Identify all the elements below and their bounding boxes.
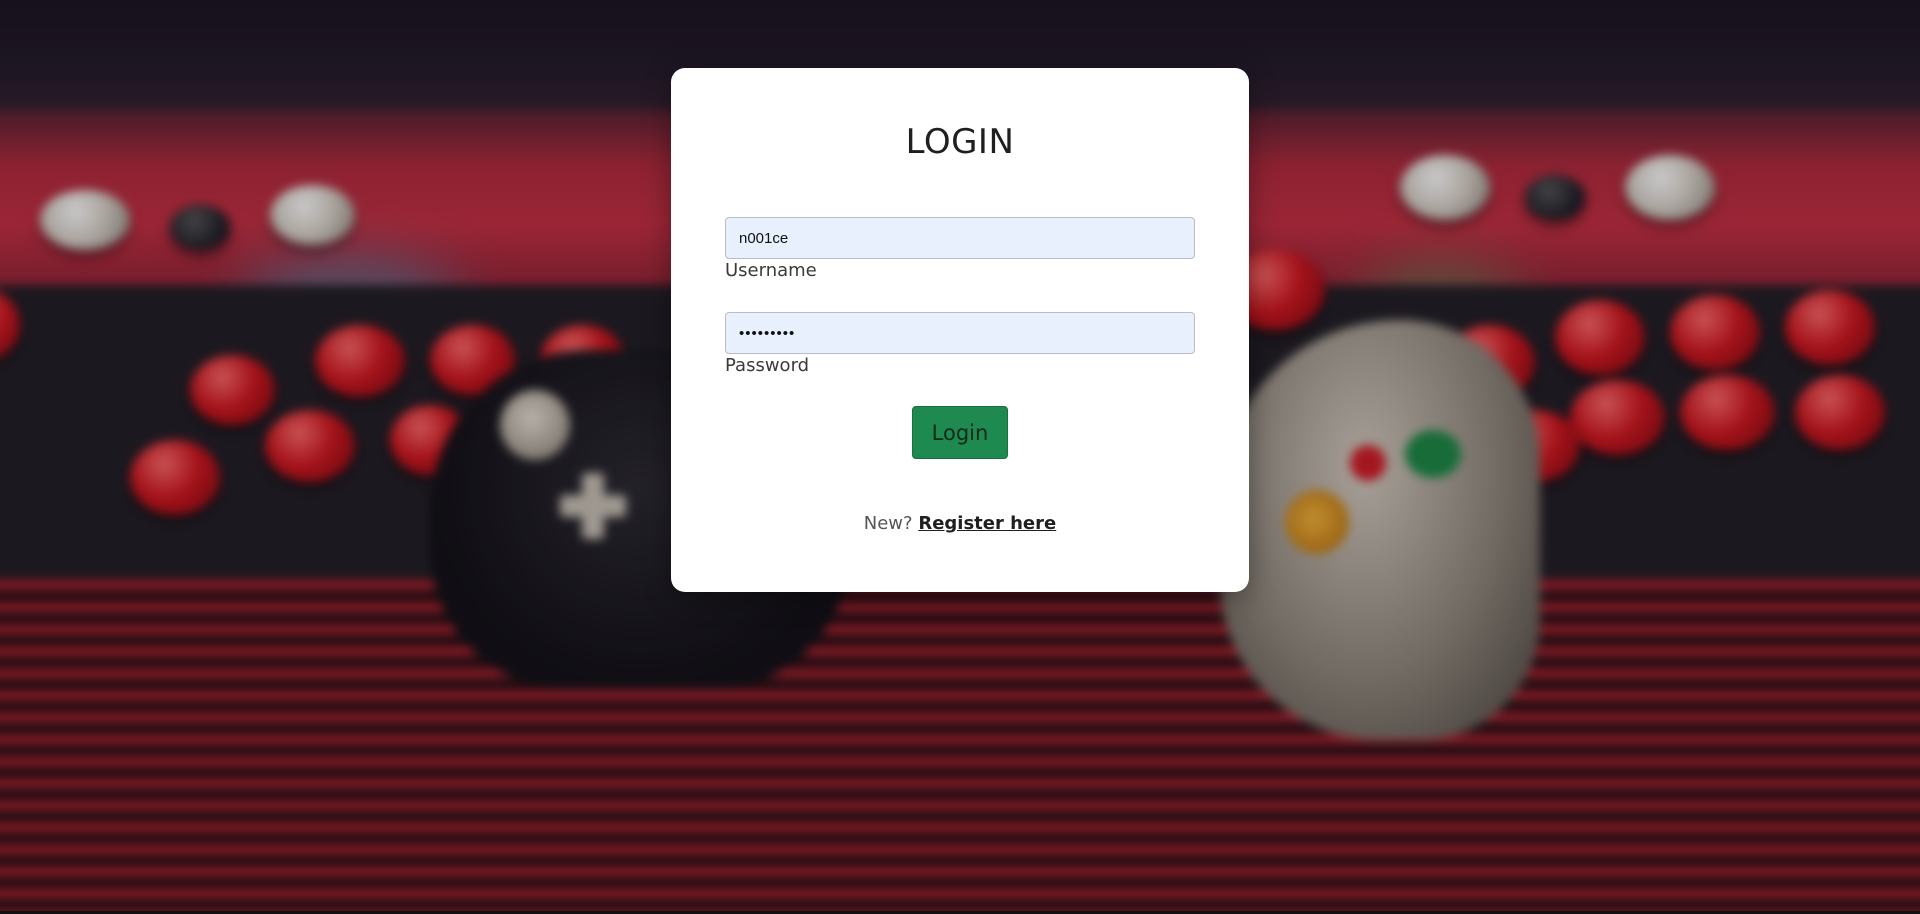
username-label: Username	[725, 260, 817, 281]
login-page: LOGIN Username Password Login New? Regis…	[0, 0, 1920, 914]
login-title: LOGIN	[905, 122, 1015, 162]
password-label: Password	[725, 355, 810, 376]
register-link[interactable]: Register here	[918, 513, 1056, 534]
login-card: LOGIN Username Password Login New? Regis…	[671, 68, 1249, 592]
password-input[interactable]	[725, 312, 1195, 354]
login-button[interactable]: Login	[912, 406, 1008, 459]
register-prompt: New? Register here	[671, 513, 1249, 534]
register-prompt-text: New?	[863, 513, 913, 534]
username-input[interactable]	[725, 217, 1195, 259]
